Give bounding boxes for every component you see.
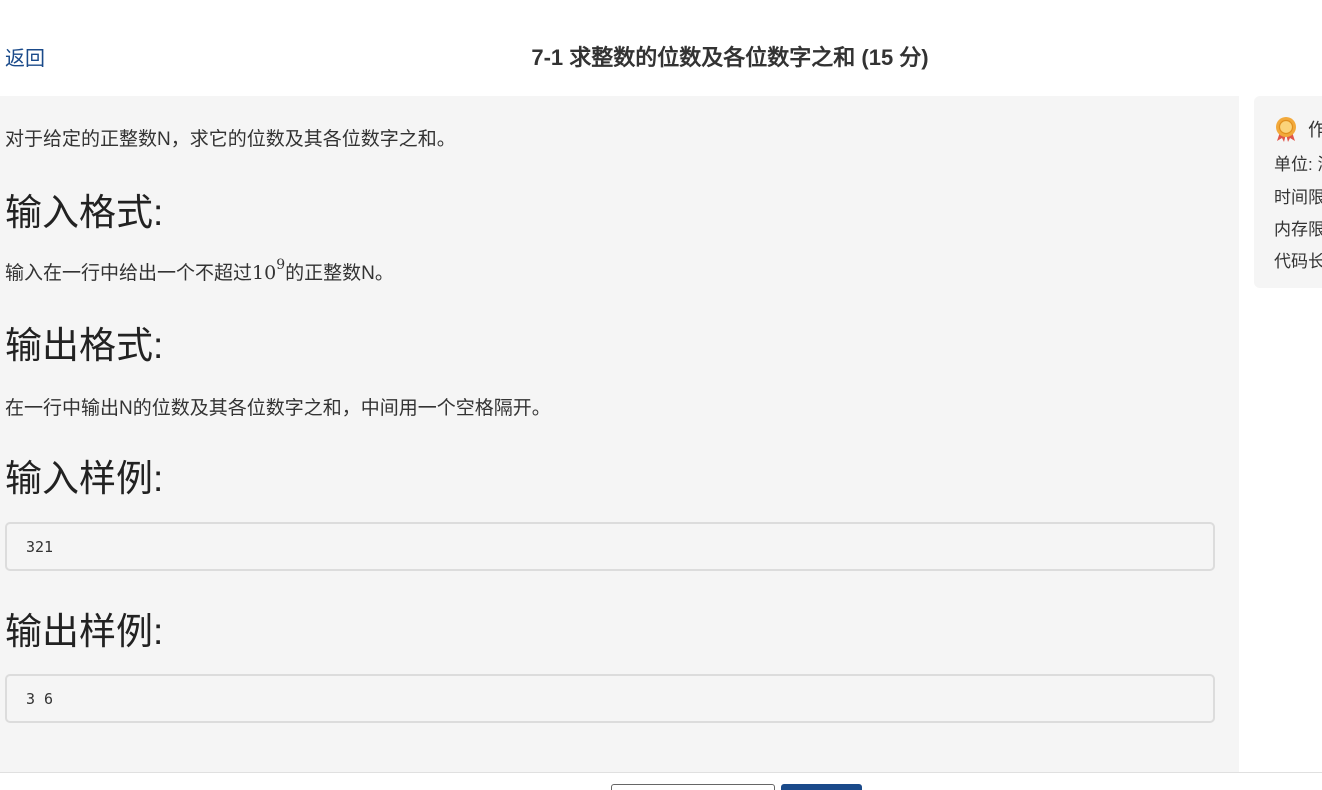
problem-intro: 对于给定的正整数N，求它的位数及其各位数字之和。 — [5, 129, 456, 150]
input-format-text: 输入在一行中给出一个不超过109的正整数N。 — [5, 257, 394, 285]
primary-button[interactable] — [781, 784, 862, 790]
title-area: 7-1 求整数的位数及各位数字之和 (15 分) — [0, 0, 1322, 96]
sample-input-box[interactable]: 321 — [5, 522, 1215, 571]
sample-output-heading: 输出样例: — [5, 611, 164, 652]
info-memory-limit: 内存限 — [1274, 220, 1322, 239]
input-format-heading: 输入格式: — [5, 192, 164, 233]
page-title: 7-1 求整数的位数及各位数字之和 (15 分) — [531, 45, 929, 70]
input-format-after: 的正整数N。 — [285, 263, 394, 284]
input-format-base: 10 — [252, 262, 277, 284]
problem-info-panel: 作 单位: 浙 时间限 内存限 代码长 — [1254, 96, 1322, 288]
info-code-length: 代码长 — [1274, 252, 1322, 271]
output-format-heading: 输出格式: — [5, 325, 164, 366]
bottom-action-bar — [0, 772, 1322, 790]
top-bar: 7-1 求整数的位数及各位数字之和 (15 分) 返回 — [0, 0, 1322, 96]
secondary-button[interactable] — [611, 784, 775, 790]
problem-panel: 对于给定的正整数N，求它的位数及其各位数字之和。 输入格式: 输入在一行中给出一… — [0, 96, 1239, 772]
output-format-text: 在一行中输出N的位数及其各位数字之和，中间用一个空格隔开。 — [5, 398, 551, 419]
medal-icon — [1276, 117, 1296, 142]
info-title: 作 — [1308, 120, 1322, 140]
input-format-before: 输入在一行中给出一个不超过 — [5, 263, 253, 284]
sample-input-heading: 输入样例: — [5, 458, 164, 499]
input-format-exp: 9 — [276, 257, 286, 273]
sample-output-box[interactable]: 3 6 — [5, 674, 1215, 723]
back-link[interactable]: 返回 — [5, 42, 45, 71]
info-time-limit: 时间限 — [1274, 188, 1322, 207]
info-unit: 单位: 浙 — [1274, 155, 1322, 174]
